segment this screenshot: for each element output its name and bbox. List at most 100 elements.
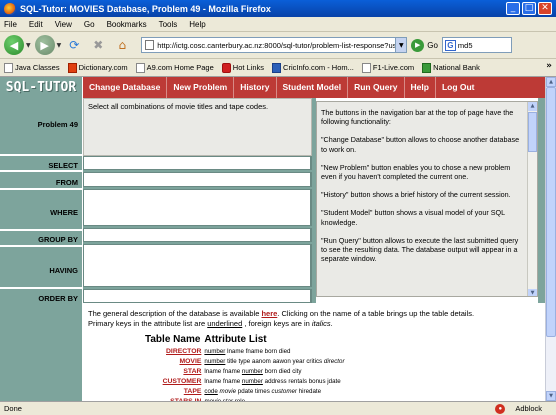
menu-view[interactable]: View: [55, 20, 72, 29]
problem-label: Problem 49: [37, 120, 78, 129]
order-by-input[interactable]: [83, 289, 312, 303]
table-row: CUSTOMER lname fname number address renta…: [145, 376, 348, 386]
table-row: STAR lname fname number born died city: [145, 366, 348, 376]
menu-file[interactable]: File: [4, 20, 17, 29]
menu-bar: File Edit View Go Bookmarks Tools Help: [0, 17, 556, 32]
desc-text: The general description of the database …: [88, 309, 262, 318]
table-name-link[interactable]: CUSTOMER: [145, 376, 204, 386]
scroll-thumb[interactable]: [528, 112, 537, 152]
attribute: hiredate: [298, 387, 322, 395]
attribute-list: lname fname number born died city: [204, 366, 347, 376]
attribute-list: number lname fname born died: [204, 346, 347, 356]
adblock-button[interactable]: ● Adblock: [495, 403, 542, 414]
scroll-down-icon[interactable]: ▼: [546, 391, 556, 401]
bookmark-national-bank[interactable]: National Bank: [422, 62, 480, 73]
help-button[interactable]: Help: [405, 77, 436, 98]
page-icon: [145, 40, 155, 50]
url-dropdown-icon[interactable]: ▼: [396, 37, 408, 53]
where-input[interactable]: [83, 189, 312, 226]
bookmark-label: F1-Live.com: [372, 63, 415, 72]
attribute: fname: [222, 367, 241, 375]
history-button[interactable]: History: [234, 77, 277, 98]
bookmark-a9[interactable]: A9.com Home Page: [135, 62, 214, 73]
attribute: city: [292, 367, 302, 375]
home-icon[interactable]: ⌂: [113, 36, 131, 54]
menu-bookmarks[interactable]: Bookmarks: [107, 20, 147, 29]
run-query-button[interactable]: Run Query: [348, 77, 405, 98]
new-problem-button[interactable]: New Problem: [167, 77, 235, 98]
page-scrollbar[interactable]: ▲ ▼: [545, 77, 556, 401]
select-label: SELECT: [48, 161, 78, 170]
menu-help[interactable]: Help: [189, 20, 205, 29]
attribute: bonus: [308, 377, 326, 385]
national-bank-icon: [422, 62, 432, 73]
divider: [0, 245, 82, 247]
attribute: fname: [245, 347, 263, 355]
help-scrollbar[interactable]: ▲ ▼: [527, 102, 537, 296]
maximize-button[interactable]: □: [522, 2, 536, 15]
change-database-button[interactable]: Change Database: [83, 77, 168, 98]
bookmark-dictionary[interactable]: Dictionary.com: [67, 62, 128, 73]
bookmark-f1-live[interactable]: F1-Live.com: [361, 62, 415, 73]
group-by-input[interactable]: [83, 228, 312, 242]
attribute: aawon: [272, 357, 291, 365]
clause-labels-column: Problem 49 SELECT FROM WHERE GROUP BY HA…: [0, 98, 82, 303]
scroll-up-icon[interactable]: ▲: [546, 77, 556, 87]
minimize-button[interactable]: _: [506, 2, 520, 15]
bookmark-java-classes[interactable]: Java Classes: [4, 62, 60, 73]
bookmark-label: Java Classes: [15, 63, 60, 72]
attribute: died: [278, 367, 291, 375]
search-input[interactable]: G md5: [441, 37, 512, 53]
search-value: md5: [457, 40, 473, 50]
table-name-link[interactable]: TAPE: [145, 386, 204, 396]
table-name-link[interactable]: MOVIE: [145, 356, 204, 366]
help-panel: The buttons in the navigation bar at the…: [316, 101, 538, 297]
divider: [0, 154, 82, 156]
student-model-button[interactable]: Student Model: [277, 77, 349, 98]
attribute: customer: [271, 387, 297, 395]
status-bar: Done ● Adblock: [0, 401, 556, 415]
table-name-link[interactable]: DIRECTOR: [145, 346, 204, 356]
from-label: FROM: [55, 178, 78, 187]
having-input[interactable]: [83, 244, 312, 287]
attribute: lname: [204, 377, 222, 385]
bookmarks-overflow-icon[interactable]: »: [546, 61, 552, 71]
status-text: Done: [4, 404, 22, 413]
bookmark-label: CricInfo.com - Hom...: [283, 63, 354, 72]
attribute-list-header: Attribute List: [204, 334, 267, 345]
menu-edit[interactable]: Edit: [29, 20, 43, 29]
menu-go[interactable]: Go: [84, 20, 95, 29]
adblock-icon: ●: [495, 403, 506, 414]
close-button[interactable]: ✕: [538, 2, 552, 15]
firefox-icon: [4, 2, 16, 15]
log-out-button[interactable]: Log Out: [436, 77, 481, 98]
divider: [0, 229, 82, 231]
attribute: jdate: [327, 377, 341, 385]
bookmark-hot-links[interactable]: Hot Links: [221, 62, 264, 73]
reload-icon[interactable]: ⟳: [65, 36, 83, 54]
url-input[interactable]: http://ictg.cosc.canterbury.ac.nz:8000/s…: [141, 37, 397, 53]
from-input[interactable]: [83, 172, 312, 187]
forward-dropdown-icon[interactable]: ▼: [57, 42, 62, 49]
attribute: lname: [227, 347, 244, 355]
bookmark-cricinfo[interactable]: CricInfo.com - Hom...: [272, 62, 354, 73]
attribute-list: lname fname number address rentals bonus…: [204, 376, 347, 386]
keys-italics: italics: [311, 318, 331, 328]
order-by-label: ORDER BY: [38, 294, 78, 303]
scroll-down-icon[interactable]: ▼: [528, 289, 537, 296]
schema-description: The general description of the database …: [88, 309, 538, 328]
forward-icon[interactable]: ▶: [34, 35, 55, 55]
help-paragraph: "History" button shows a brief history o…: [321, 190, 511, 200]
select-input[interactable]: [83, 156, 312, 170]
back-icon[interactable]: ◀: [4, 35, 24, 55]
attribute: number: [241, 377, 263, 385]
stop-icon[interactable]: ✖: [89, 36, 107, 54]
table-name-link[interactable]: STAR: [145, 366, 204, 376]
where-label: WHERE: [50, 208, 78, 217]
menu-tools[interactable]: Tools: [159, 20, 178, 29]
back-dropdown-icon[interactable]: ▼: [26, 42, 31, 49]
scroll-up-icon[interactable]: ▲: [528, 102, 537, 111]
go-button[interactable]: ▶ Go: [411, 38, 438, 52]
description-link[interactable]: here: [261, 309, 277, 318]
scroll-thumb[interactable]: [546, 87, 556, 337]
